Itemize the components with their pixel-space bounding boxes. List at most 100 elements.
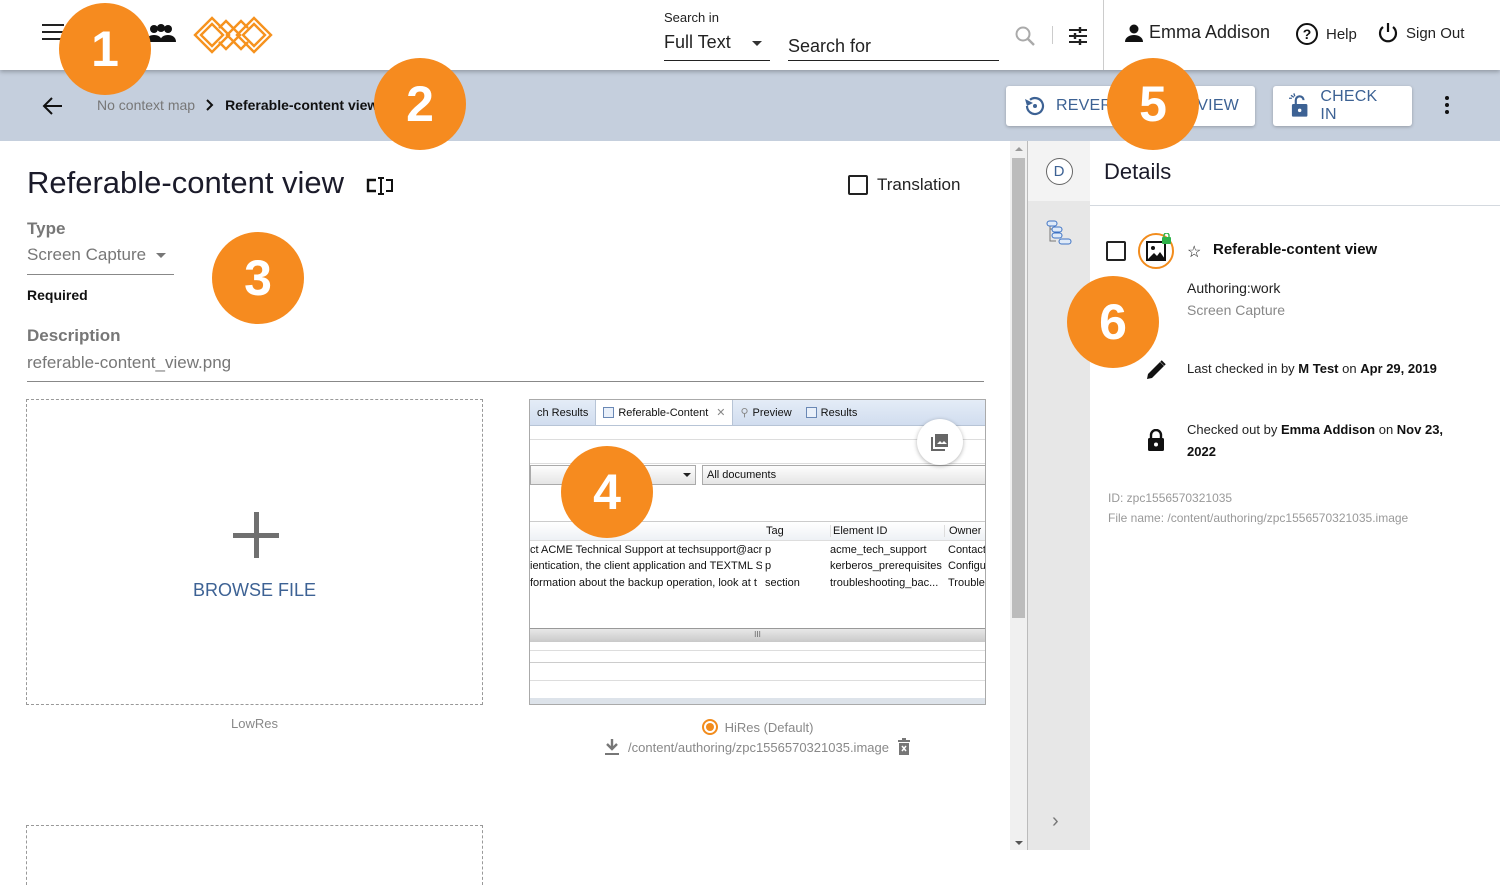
check-in-button[interactable]: CHECK IN bbox=[1273, 86, 1412, 126]
breadcrumb-parent[interactable]: No context map bbox=[97, 97, 195, 113]
sign-out-button[interactable]: Sign Out bbox=[1377, 22, 1464, 44]
sign-out-label: Sign Out bbox=[1406, 24, 1465, 42]
document-icon bbox=[603, 407, 615, 418]
preview-splitter: III bbox=[530, 628, 985, 642]
page-title: Referable-content view bbox=[27, 165, 345, 200]
search-icon[interactable] bbox=[1014, 25, 1036, 52]
hires-file-row: /content/authoring/zpc1556570321035.imag… bbox=[529, 738, 986, 756]
lock-icon bbox=[1147, 428, 1165, 456]
item-name: Referable-content view bbox=[1213, 241, 1378, 258]
hires-file-path[interactable]: /content/authoring/zpc1556570321035.imag… bbox=[628, 740, 889, 755]
unlock-icon bbox=[1289, 93, 1308, 117]
item-id: ID: zpc1556570321035 bbox=[1108, 491, 1233, 505]
rename-icon[interactable] bbox=[366, 176, 396, 201]
image-gallery-button[interactable] bbox=[917, 419, 963, 465]
preview-tab: ⚲ Preview bbox=[740, 406, 792, 420]
checked-out-by: Checked out by Emma Addison on Nov 23, 2… bbox=[1187, 422, 1444, 459]
details-panel: Details ☆ Referable-content view Authori… bbox=[1090, 141, 1500, 850]
callout-badge: 2 bbox=[374, 58, 466, 150]
preview-filter: All documents bbox=[702, 465, 985, 485]
type-select[interactable]: Screen Capture bbox=[27, 245, 174, 275]
breadcrumb-current: Referable-content view bbox=[225, 97, 379, 113]
hires-default-option[interactable]: HiRes (Default) bbox=[529, 719, 986, 735]
user-menu[interactable]: Emma Addison bbox=[1124, 22, 1270, 43]
browse-file-button[interactable]: BROWSE FILE bbox=[27, 580, 482, 601]
help-label: Help bbox=[1326, 25, 1357, 43]
callout-badge: 5 bbox=[1107, 58, 1199, 150]
translation-label: Translation bbox=[877, 175, 961, 194]
svg-text:?: ? bbox=[1303, 26, 1312, 42]
check-in-label: CHECK IN bbox=[1320, 88, 1378, 123]
additional-dropzone[interactable] bbox=[26, 825, 483, 885]
plus-icon bbox=[233, 512, 279, 558]
favorite-star-icon[interactable]: ☆ bbox=[1187, 242, 1201, 262]
search-in-value: Full Text bbox=[664, 32, 731, 52]
back-arrow-icon[interactable] bbox=[42, 96, 64, 121]
more-options-icon[interactable] bbox=[1440, 96, 1454, 118]
type-value: Screen Capture bbox=[27, 245, 147, 264]
revert-icon bbox=[1025, 96, 1045, 116]
editor-scrollbar[interactable] bbox=[1010, 141, 1028, 850]
preview-tabs: ch Results Referable-Content ✕ ⚲ Preview R… bbox=[530, 400, 985, 426]
search-input[interactable] bbox=[788, 28, 999, 61]
help-button[interactable]: ? Help bbox=[1295, 22, 1357, 46]
caret-down-icon bbox=[752, 41, 762, 46]
lowres-dropzone[interactable]: BROWSE FILE bbox=[26, 399, 483, 705]
translation-checkbox[interactable]: Translation bbox=[848, 175, 960, 195]
preview-tab: Referable-Content ✕ bbox=[595, 400, 734, 425]
last-checked-in: Last checked in by M Test on Apr 29, 201… bbox=[1187, 361, 1437, 376]
user-name: Emma Addison bbox=[1149, 22, 1271, 42]
delete-icon[interactable] bbox=[897, 738, 911, 756]
preview-row bbox=[530, 650, 985, 651]
help-icon: ? bbox=[1296, 23, 1318, 45]
lowres-caption: LowRes bbox=[231, 716, 278, 731]
filter-settings-icon[interactable] bbox=[1067, 25, 1089, 52]
caret-down-icon bbox=[156, 253, 166, 258]
description-field[interactable]: referable-content_view.png bbox=[27, 353, 984, 382]
divider bbox=[1090, 205, 1500, 206]
item-location: Authoring:work bbox=[1187, 280, 1281, 296]
preview-tab: ch Results bbox=[537, 406, 589, 419]
action-bar: No context map Referable-content view RE… bbox=[0, 70, 1500, 141]
search-icon: ⚲ bbox=[740, 407, 749, 419]
select-checkbox[interactable] bbox=[1106, 241, 1126, 261]
close-icon: ✕ bbox=[716, 407, 726, 419]
hires-caption: HiRes (Default) bbox=[724, 719, 814, 735]
item-type: Screen Capture bbox=[1187, 302, 1286, 318]
callout-badge: 1 bbox=[59, 3, 151, 95]
details-d-icon: D bbox=[1045, 157, 1073, 185]
pencil-icon bbox=[1145, 359, 1167, 386]
rail-tab-details[interactable]: D bbox=[1028, 141, 1090, 201]
preview-row bbox=[530, 680, 985, 681]
required-hint: Required bbox=[27, 287, 88, 303]
expand-chevron-icon[interactable]: › bbox=[1052, 810, 1059, 833]
search-in-select[interactable]: Full Text bbox=[664, 28, 770, 61]
checkbox-icon[interactable] bbox=[848, 175, 868, 195]
chevron-right-icon bbox=[206, 99, 214, 111]
details-title: Details bbox=[1104, 159, 1172, 184]
tree-structure-icon[interactable] bbox=[1045, 219, 1075, 252]
power-icon bbox=[1378, 23, 1398, 43]
person-icon bbox=[1125, 24, 1143, 42]
editor-pane: Referable-content view Translation Type … bbox=[0, 141, 1010, 885]
scroll-down-arrow-icon[interactable] bbox=[1015, 841, 1023, 845]
results-icon bbox=[805, 407, 817, 418]
scroll-up-arrow-icon[interactable] bbox=[1015, 147, 1023, 151]
preview-row bbox=[530, 662, 985, 663]
brand-logo bbox=[193, 16, 275, 59]
locked-badge-icon bbox=[1162, 231, 1171, 244]
side-rail: D › bbox=[1028, 141, 1090, 850]
type-label: Type bbox=[27, 219, 66, 238]
gallery-icon bbox=[931, 434, 948, 451]
scroll-thumb[interactable] bbox=[1012, 158, 1025, 618]
search-in-label: Search in bbox=[664, 10, 719, 25]
radio-selected-icon[interactable] bbox=[701, 719, 718, 735]
callout-badge: 4 bbox=[561, 446, 653, 538]
download-icon[interactable] bbox=[604, 738, 620, 756]
breadcrumb: No context map Referable-content view bbox=[97, 97, 378, 113]
divider bbox=[1052, 26, 1053, 44]
callout-badge: 3 bbox=[212, 232, 304, 324]
top-bar: Search in Full Text Emma Addison ? Help … bbox=[0, 0, 1500, 70]
view-label: VIEW bbox=[1197, 97, 1239, 114]
preview-tab: Results bbox=[799, 400, 865, 425]
